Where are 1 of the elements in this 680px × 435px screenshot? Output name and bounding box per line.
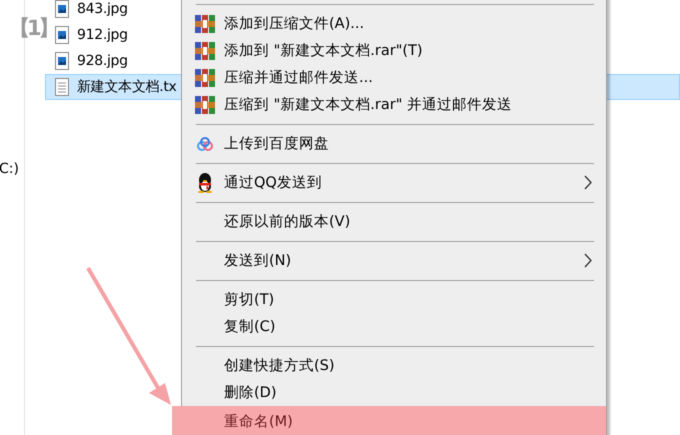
annotation-label: 【1】 xyxy=(9,15,57,42)
